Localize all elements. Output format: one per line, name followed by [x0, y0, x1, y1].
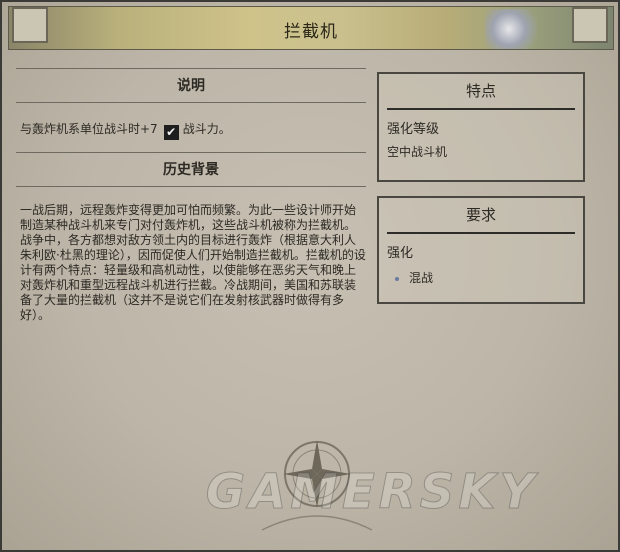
requirement-item[interactable]: 混战	[395, 269, 575, 286]
history-text: 一战后期，远程轰炸变得更加可怕而频繁。为此一些设计师开始制造某种战斗机来专门对付…	[20, 203, 366, 322]
features-box: 特点 强化等级 空中战斗机	[377, 72, 585, 182]
back-button[interactable]	[12, 7, 48, 43]
left-panel: 说明 与轰炸机系单位战斗时+7 ✔ 战斗力。 历史背景 一战后期，远程轰炸变得更加可…	[16, 64, 366, 323]
requirements-label: 强化	[387, 246, 414, 261]
features-rule	[387, 108, 575, 110]
requirements-rule	[387, 232, 575, 234]
effect-suffix: 战斗力。	[182, 122, 231, 136]
title-bar: 拦截机	[8, 6, 614, 50]
effect-text: 与轰炸机系单位战斗时+7 ✔ 战斗力。	[20, 119, 366, 140]
watermark-text: GAMERSKY	[205, 464, 539, 521]
history-header: 历史背景	[16, 153, 366, 187]
close-button[interactable]	[572, 7, 608, 43]
promotion-class-label: 强化等级	[387, 122, 440, 137]
requirements-box: 要求 强化 混战	[377, 196, 585, 304]
requirement-item-label: 混战	[409, 271, 434, 285]
civilopedia-page: 拦截机 说明 与轰炸机系单位战斗时+7 ✔ 战斗力。 历史背景 一战后期，远程轰炸变…	[0, 0, 620, 552]
features-header: 特点	[465, 82, 496, 100]
bullet-icon	[395, 276, 399, 281]
page-title: 拦截机	[284, 22, 338, 42]
promotion-class-link[interactable]: 空中战斗机	[387, 143, 575, 160]
effect-prefix: 与轰炸机系单位战斗时+7	[20, 122, 158, 136]
strength-icon: ✔	[163, 125, 179, 140]
description-header: 说明	[16, 69, 366, 103]
requirements-header: 要求	[465, 206, 496, 224]
